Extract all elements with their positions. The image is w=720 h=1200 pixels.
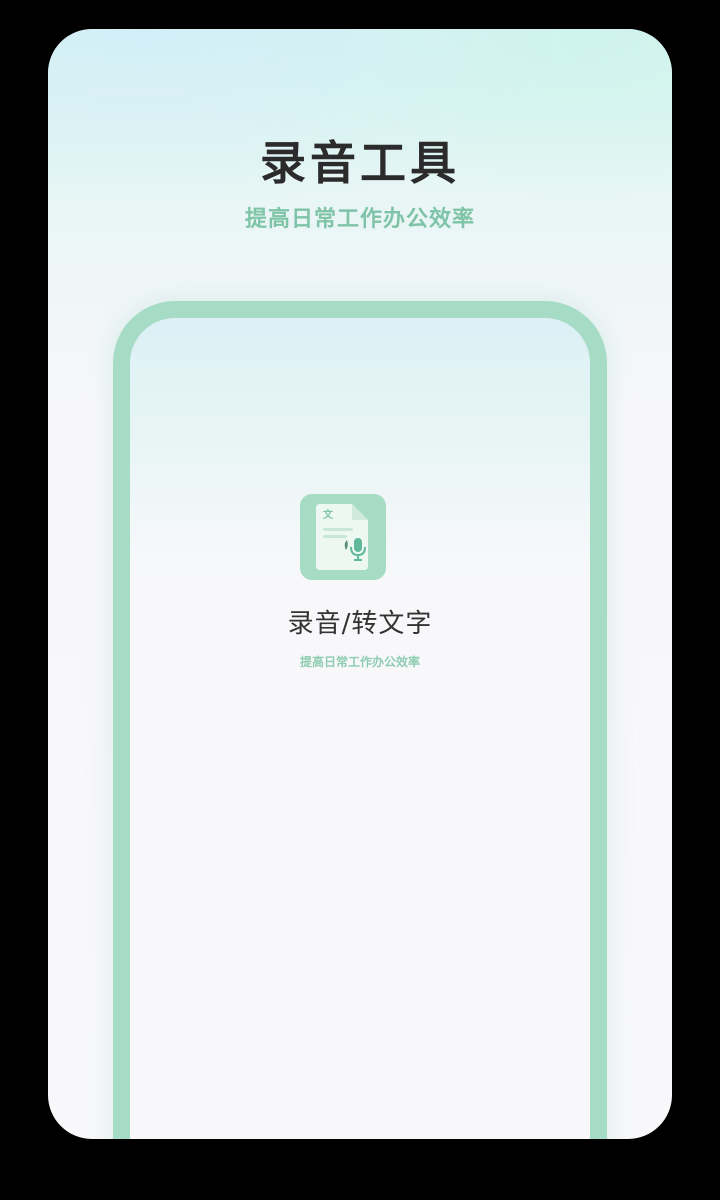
app-name: 录音/转文字 xyxy=(287,609,433,639)
doc-glyph: 文 xyxy=(323,508,334,521)
page-subtitle: 提高日常工作办公效率 xyxy=(244,207,475,232)
page-title: 录音工具 xyxy=(260,136,460,190)
document-icon: 文 xyxy=(316,504,368,570)
app-description: 提高日常工作办公效率 xyxy=(299,655,420,669)
promo-card: 录音工具 提高日常工作办公效率 文 录音/转文字 提高日常工作办公效率 xyxy=(48,29,672,1139)
document-microphone-icon[interactable]: 文 xyxy=(300,494,386,580)
phone-frame xyxy=(113,301,607,1139)
